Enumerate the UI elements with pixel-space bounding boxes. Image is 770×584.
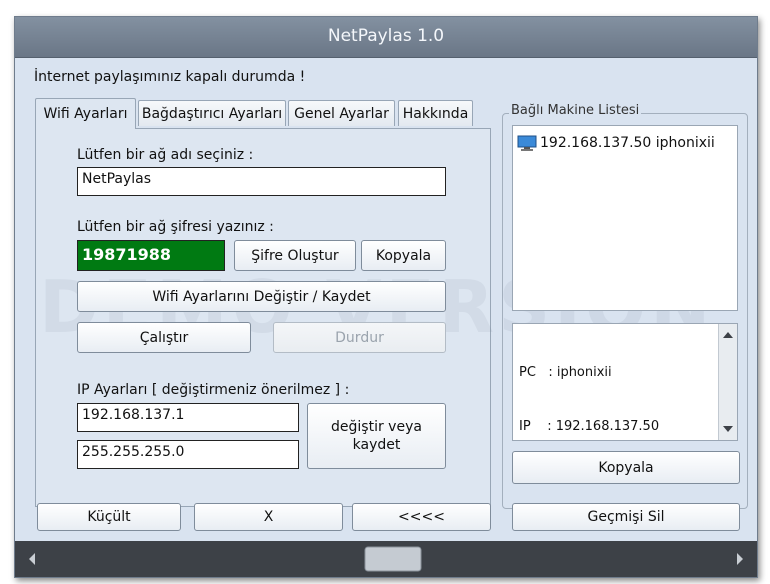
details-scrollbar[interactable] (718, 324, 737, 440)
detail-ip: IP : 192.168.137.50 (519, 419, 660, 434)
save-ip-button[interactable]: değiştir veya kaydet (307, 403, 446, 469)
ip-address-input[interactable]: 192.168.137.1 (77, 403, 299, 432)
scrollbar-arrows-icon (723, 332, 733, 432)
generate-password-button[interactable]: Şifre Oluştur (234, 240, 356, 271)
ssid-label: Lütfen bir ağ adı seçiniz : (77, 147, 254, 163)
password-input[interactable]: 19871988 (77, 240, 225, 271)
collapse-button[interactable]: <<<< (352, 503, 491, 531)
password-label: Lütfen bir ağ şifresi yazınız : (77, 219, 274, 235)
scrollbar-controls (29, 546, 743, 572)
tab-about[interactable]: Hakkında (398, 100, 473, 126)
ip-settings-label: IP Ayarları [ değiştirmeniz önerilmez ] … (77, 382, 350, 398)
connected-machines-legend: Bağlı Makine Listesi (509, 103, 642, 118)
horizontal-scrollbar[interactable] (15, 541, 757, 577)
machine-list[interactable]: 192.168.137.50 iphonixii (512, 125, 738, 311)
clear-history-button[interactable]: Geçmişi Sil (512, 503, 740, 531)
scroll-right-icon (737, 553, 743, 565)
list-item-label: 192.168.137.50 iphonixii (540, 135, 715, 151)
window-title: NetPaylas 1.0 (327, 26, 445, 46)
detail-pc: PC : iphonixii (519, 365, 612, 380)
tab-label: Genel Ayarlar (294, 105, 389, 122)
subnet-mask-input[interactable]: 255.255.255.0 (77, 440, 299, 469)
tab-general-settings[interactable]: Genel Ayarlar (288, 100, 395, 126)
monitor-icon (517, 135, 537, 151)
minimize-button[interactable]: Küçült (37, 503, 181, 531)
tab-label: Hakkında (402, 105, 469, 122)
scroll-left-icon (29, 553, 35, 565)
close-button[interactable]: X (194, 503, 343, 531)
tab-label: Wifi Ayarları (43, 106, 128, 122)
machine-details: PC : iphonixii IP : 192.168.137.50 DURUM… (512, 323, 738, 488)
list-item[interactable]: 192.168.137.50 iphonixii (517, 135, 715, 151)
tab-wifi-settings[interactable]: Wifi Ayarları (35, 98, 136, 129)
save-wifi-settings-button[interactable]: Wifi Ayarlarını Değiştir / Kaydet (77, 281, 446, 312)
tab-label: Bağdaştırıcı Ayarları (141, 105, 283, 122)
status-text: İnternet paylaşımınız kapalı durumda ! (34, 69, 306, 85)
scroll-thumb (364, 546, 422, 572)
ssid-input[interactable]: NetPaylas (77, 167, 446, 196)
copy-machine-button[interactable]: Kopyala (512, 451, 740, 484)
tab-adapter-settings[interactable]: Bağdaştırıcı Ayarları (138, 100, 286, 126)
stop-button[interactable]: Durdur (273, 322, 446, 353)
start-button[interactable]: Çalıştır (77, 322, 251, 353)
app-window: NetPaylas 1.0 İnternet paylaşımınız kapa… (14, 16, 758, 578)
copy-password-button[interactable]: Kopyala (361, 240, 446, 271)
title-bar[interactable]: NetPaylas 1.0 (15, 17, 757, 58)
